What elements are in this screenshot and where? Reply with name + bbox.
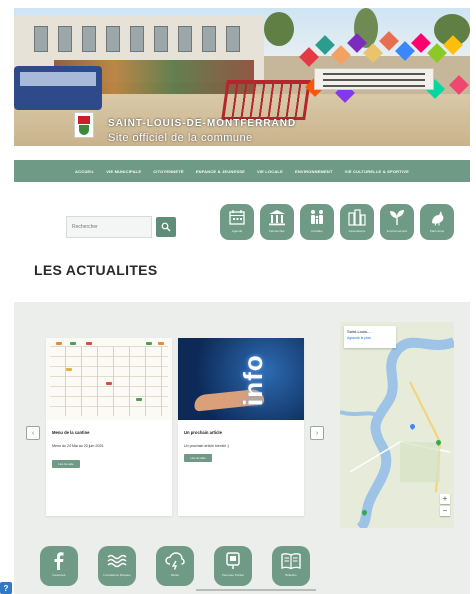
phone-icon xyxy=(226,552,240,569)
nav-item-citoyennete[interactable]: CITOYENNETÉ xyxy=(153,169,184,174)
plant-icon xyxy=(390,210,404,225)
map-enlarge-link[interactable]: Agrandir le plan xyxy=(347,336,393,340)
quick-link-familles[interactable]: Familles xyxy=(300,204,334,240)
carousel-next-button[interactable]: › xyxy=(310,426,324,440)
search-icon xyxy=(161,222,171,232)
quick-link-associations[interactable]: Associations xyxy=(340,204,374,240)
book-icon xyxy=(281,553,301,570)
hero-subtitle: Site officiel de la commune xyxy=(108,132,253,144)
hero-bus xyxy=(14,66,102,110)
town-hall-icon xyxy=(269,210,285,226)
hero-tree xyxy=(264,12,294,46)
nav-item-vie-culturelle[interactable]: VIE CULTURELLE & SPORTIVE xyxy=(345,169,409,174)
quick-link-environnement[interactable]: Environnement xyxy=(380,204,414,240)
quick-link-label: Associations xyxy=(348,229,366,233)
nav-item-vie-locale[interactable]: VIE LOCALE xyxy=(257,169,283,174)
footer-link-bulletins[interactable]: Bulletins xyxy=(272,546,310,586)
weather-icon xyxy=(165,552,185,570)
footer-link-meteo[interactable]: Météo xyxy=(156,546,194,586)
horizontal-scrollbar[interactable] xyxy=(196,589,316,591)
quick-link-agenda[interactable]: Agenda xyxy=(220,204,254,240)
buildings-icon xyxy=(348,209,366,226)
nav-item-vie-municipale[interactable]: VIE MUNICIPALE xyxy=(106,169,141,174)
nav-item-accueil[interactable]: ACCUEIL xyxy=(75,169,94,174)
footer-link-panneau-pocket[interactable]: Panneau Pocket xyxy=(214,546,252,586)
news-card[interactable]: Menu de la cantine Menu du 24 Mai au 20 … xyxy=(46,338,172,516)
bird-icon xyxy=(432,211,444,226)
quick-link-label: Environnement xyxy=(386,229,408,233)
news-card-text: Menu du 24 Mai au 20 juin 2025 xyxy=(52,444,104,448)
hero-title: SAINT-LOUIS-DE-MONTFERRAND xyxy=(108,118,297,129)
read-more-button[interactable]: Lire la suite xyxy=(184,454,212,462)
quick-link-label: Agenda xyxy=(231,229,243,233)
map-zoom-in-button[interactable]: + xyxy=(440,494,450,504)
quick-link-label: Démarches xyxy=(269,229,285,233)
quick-link-label: Patrimoine xyxy=(429,229,445,233)
map-river xyxy=(340,337,454,528)
carousel-prev-button[interactable]: ‹ xyxy=(26,426,40,440)
family-icon xyxy=(311,210,323,224)
footer-link-label: Panneau Pocket xyxy=(221,573,245,577)
hero-banner-sign xyxy=(314,68,434,90)
footer-link-label: Facebook xyxy=(52,573,66,577)
search-input[interactable] xyxy=(66,216,152,238)
search-bar xyxy=(66,216,176,238)
accessibility-help-button[interactable]: ? xyxy=(0,582,12,594)
read-more-button[interactable]: Lire la suite xyxy=(52,460,80,468)
quick-link-patrimoine[interactable]: Patrimoine xyxy=(420,204,454,240)
footer-link-inondations[interactable]: Inondations Risques xyxy=(98,546,136,586)
nav-item-environnement[interactable]: ENVIRONNEMENT xyxy=(295,169,333,174)
waves-icon xyxy=(107,554,127,568)
footer-link-facebook[interactable]: Facebook xyxy=(40,546,78,586)
town-logo[interactable] xyxy=(74,112,94,138)
map-zoom-out-button[interactable]: − xyxy=(440,506,450,516)
news-card[interactable]: info Un prochain article Un prochain art… xyxy=(178,338,304,516)
nav-item-enfance-jeunesse[interactable]: ENFANCE & JEUNESSE xyxy=(196,169,245,174)
footer-link-label: Inondations Risques xyxy=(103,573,131,577)
footer-link-label: Bulletins xyxy=(285,573,297,577)
quick-links: Agenda Démarches Familles Associations E… xyxy=(220,204,454,240)
quick-link-label: Familles xyxy=(311,229,323,233)
facebook-icon xyxy=(54,552,64,570)
main-nav: ACCUEIL VIE MUNICIPALE CITOYENNETÉ ENFAN… xyxy=(14,160,470,182)
news-card-text: Un prochain article bientôt :) xyxy=(184,444,229,448)
section-title-actualites: LES ACTUALITES xyxy=(34,262,158,278)
map-place-name: Saint-Louis-... xyxy=(347,329,372,334)
footer-links: Facebook Inondations Risques Météo Panne… xyxy=(40,546,310,586)
calendar-icon xyxy=(229,210,245,225)
search-button[interactable] xyxy=(156,217,176,237)
info-image: info xyxy=(178,338,304,420)
map-info-box: Saint-Louis-... Agrandir le plan xyxy=(344,326,396,348)
cantine-menu-image xyxy=(46,338,172,420)
quick-link-demarches[interactable]: Démarches xyxy=(260,204,294,240)
location-map[interactable]: Saint-Louis-... Agrandir le plan + − xyxy=(340,322,454,528)
news-card-title: Un prochain article xyxy=(184,430,222,435)
hero-banner: SAINT-LOUIS-DE-MONTFERRAND Site officiel… xyxy=(14,8,470,146)
footer-link-label: Météo xyxy=(170,573,180,577)
info-image-text: info xyxy=(238,354,268,406)
news-card-title: Menu de la cantine xyxy=(52,430,90,435)
